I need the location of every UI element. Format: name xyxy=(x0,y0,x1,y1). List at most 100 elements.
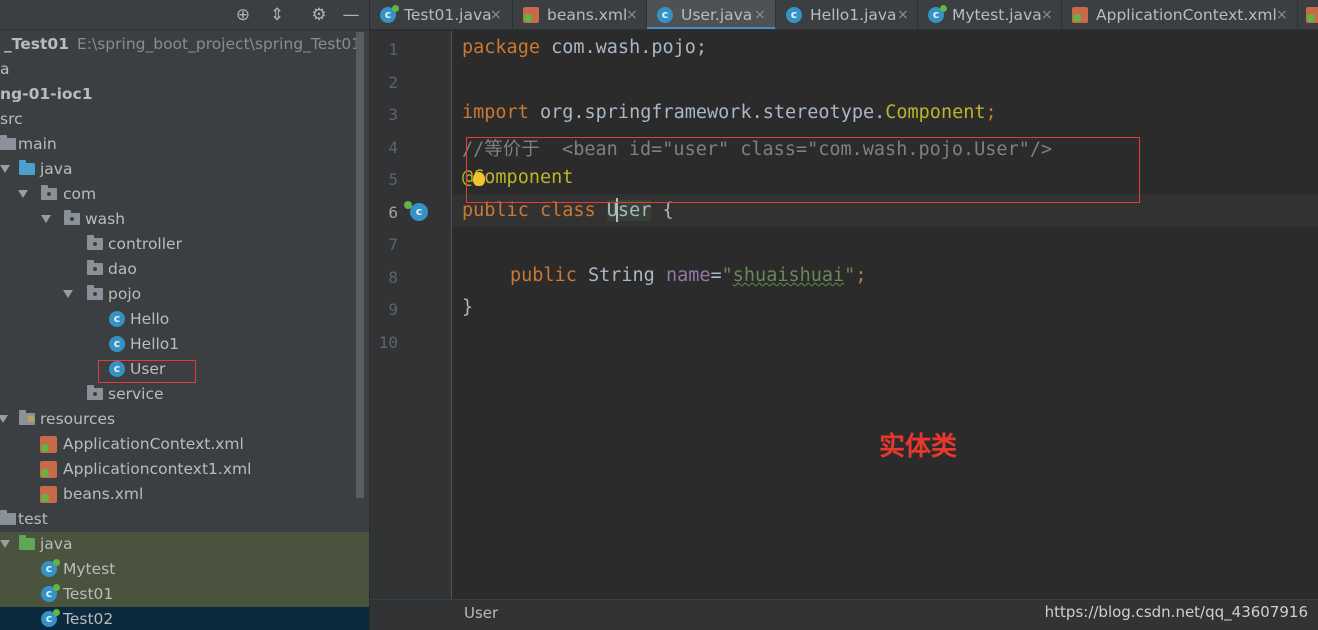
code-line-3: import org.springframework.stereotype.Co… xyxy=(462,102,997,123)
tab-applicationcontext-xml[interactable]: ApplicationContext.xml × xyxy=(1062,0,1298,29)
tree-item-label: Hello xyxy=(130,310,170,328)
close-icon[interactable]: × xyxy=(754,0,766,29)
xml-file-icon xyxy=(40,461,57,478)
expand-arrow-icon[interactable] xyxy=(41,215,51,223)
tab-overflow[interactable] xyxy=(1298,0,1318,29)
equals: = xyxy=(710,265,722,286)
tab-label: User.java xyxy=(681,6,753,24)
gear-icon[interactable]: ⚙ xyxy=(308,4,330,26)
type-name: String xyxy=(576,265,666,286)
tree-item-test02[interactable]: c Test02 xyxy=(0,607,369,630)
expand-arrow-icon[interactable] xyxy=(63,290,73,298)
tree-item-label: Mytest xyxy=(63,560,116,578)
tree-item-label: beans.xml xyxy=(63,485,144,503)
tab-mytest-java[interactable]: c Mytest.java × xyxy=(918,0,1062,29)
package-icon xyxy=(41,185,57,200)
tree-item-src[interactable]: src xyxy=(0,107,369,132)
tree-item-label: main xyxy=(18,135,57,153)
code-editor[interactable]: 1 2 3 4 5 6 7 8 9 10 c package com.wash.… xyxy=(370,31,1318,599)
expand-arrow-icon[interactable] xyxy=(0,165,10,173)
class-icon: c xyxy=(657,7,673,23)
tree-item-applicationcontext1-xml[interactable]: Applicationcontext1.xml xyxy=(0,457,369,482)
tree-item-label: java xyxy=(40,160,73,178)
keyword: package xyxy=(462,37,540,58)
tab-label: Test01.java xyxy=(404,6,492,24)
keyword: public xyxy=(510,265,577,286)
line-number: 8 xyxy=(388,268,398,287)
test-folder-icon xyxy=(19,535,35,550)
string-quote: " xyxy=(721,265,733,286)
tree-item-hello1[interactable]: c Hello1 xyxy=(0,332,369,357)
tree-item-label: controller xyxy=(108,235,182,253)
tree-item-hello[interactable]: c Hello xyxy=(0,307,369,332)
tree-item-wash[interactable]: wash xyxy=(0,207,369,232)
minimize-icon[interactable]: — xyxy=(340,4,362,26)
line-number: 7 xyxy=(388,235,398,254)
tree-item-label: resources xyxy=(40,410,116,428)
line-number: 9 xyxy=(388,300,398,319)
tree-item-label: ApplicationContext.xml xyxy=(63,435,244,453)
xml-file-icon xyxy=(40,486,57,503)
tree-item-test-java[interactable]: java xyxy=(0,532,369,557)
resources-folder-icon xyxy=(19,410,35,425)
test-class-icon: c xyxy=(41,584,60,602)
close-icon[interactable]: × xyxy=(490,0,502,29)
tree-item-mytest[interactable]: c Mytest xyxy=(0,557,369,582)
line-number: 10 xyxy=(378,333,398,352)
tree-item-applicationcontext-xml[interactable]: ApplicationContext.xml xyxy=(0,432,369,457)
tree-item-label: ng-01-ioc1 xyxy=(0,85,93,103)
tab-beans-xml[interactable]: beans.xml × xyxy=(513,0,647,29)
tree-scrollbar[interactable] xyxy=(356,32,364,498)
tab-label: ApplicationContext.xml xyxy=(1096,6,1277,24)
tab-hello1-java[interactable]: c Hello1.java × xyxy=(776,0,918,29)
locate-icon[interactable]: ⊕ xyxy=(232,4,254,26)
project-path: E:\spring_boot_project\spring_Test01 xyxy=(76,35,362,53)
package-icon xyxy=(87,260,103,275)
class-icon: c xyxy=(109,336,125,352)
tree-item-service[interactable]: service xyxy=(0,382,369,407)
collapse-all-icon[interactable]: ⇕ xyxy=(266,4,288,26)
xml-file-icon xyxy=(523,7,539,23)
tree-item-dao[interactable]: dao xyxy=(0,257,369,282)
line-number: 4 xyxy=(388,138,398,157)
close-icon[interactable]: × xyxy=(626,0,638,29)
string-quote: " xyxy=(844,265,856,286)
source-folder-icon xyxy=(19,160,35,175)
expand-arrow-icon[interactable] xyxy=(0,540,10,548)
bean-class-gutter-icon[interactable]: c xyxy=(404,201,428,221)
breadcrumb-item[interactable]: User xyxy=(464,600,498,627)
tab-label: Hello1.java xyxy=(810,6,897,24)
line-number: 5 xyxy=(388,170,398,189)
tree-item-beans-xml[interactable]: beans.xml xyxy=(0,482,369,507)
tree-item-main[interactable]: main xyxy=(0,132,369,157)
tree-item-com[interactable]: com xyxy=(0,182,369,207)
tree-item-label: service xyxy=(108,385,164,403)
xml-file-icon xyxy=(40,436,57,453)
xml-file-icon xyxy=(1306,7,1318,23)
xml-file-icon xyxy=(1072,7,1088,23)
tree-item-module[interactable]: ng-01-ioc1 xyxy=(0,82,369,107)
close-icon[interactable]: × xyxy=(1276,0,1288,29)
tab-test01-java[interactable]: c Test01.java × xyxy=(370,0,513,29)
tree-item-test01[interactable]: c Test01 xyxy=(0,582,369,607)
line-number: 6 xyxy=(388,203,398,222)
tree-item-project[interactable]: _Test01 E:\spring_boot_project\spring_Tes… xyxy=(0,32,369,57)
tab-user-java[interactable]: c User.java × xyxy=(647,0,776,29)
tree-item[interactable]: a xyxy=(0,57,369,82)
tree-item-controller[interactable]: controller xyxy=(0,232,369,257)
tree-item-label: pojo xyxy=(108,285,142,303)
package-name: com.wash.pojo; xyxy=(539,37,708,58)
expand-arrow-icon[interactable] xyxy=(18,190,28,198)
tree-item-label: a xyxy=(0,60,10,78)
expand-arrow-icon[interactable] xyxy=(0,415,8,423)
close-icon[interactable]: × xyxy=(1041,0,1053,29)
tab-label: beans.xml xyxy=(547,6,628,24)
user-highlight-box xyxy=(98,360,196,383)
tree-item-test[interactable]: test xyxy=(0,507,369,532)
tree-item-java[interactable]: java xyxy=(0,157,369,182)
tree-item-pojo[interactable]: pojo xyxy=(0,282,369,307)
class-icon: c xyxy=(109,311,125,327)
tree-item-resources[interactable]: resources xyxy=(0,407,369,432)
tree-item-label: Applicationcontext1.xml xyxy=(63,460,252,478)
close-icon[interactable]: × xyxy=(897,0,909,29)
